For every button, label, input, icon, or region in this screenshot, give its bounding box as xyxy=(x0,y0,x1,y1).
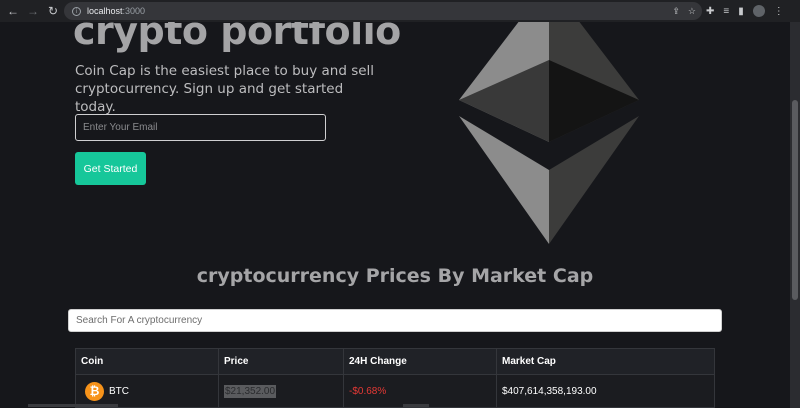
url-port: :3000 xyxy=(122,6,146,16)
column-header-24h-change: 24H Change xyxy=(343,348,497,375)
site-info-icon[interactable]: i xyxy=(72,6,81,16)
forward-arrow-icon[interactable]: → xyxy=(23,0,43,22)
get-started-button[interactable]: Get Started xyxy=(75,152,146,185)
share-icon[interactable]: ⇪ xyxy=(672,6,680,17)
column-header-price: Price xyxy=(218,348,344,375)
table-header-row: Coin Price 24H Change Market Cap xyxy=(75,348,715,375)
browser-menu-icon[interactable]: ⋮ xyxy=(774,6,784,17)
side-panel-icon[interactable]: ▮ xyxy=(738,6,744,17)
column-header-coin: Coin xyxy=(75,348,219,375)
scrollbar-thumb[interactable] xyxy=(792,100,798,300)
prices-section-title: cryptocurrency Prices By Market Cap xyxy=(196,265,594,287)
hero-title: crypto portfolio xyxy=(73,22,401,53)
price-value: $21,352.00 xyxy=(224,384,277,398)
address-bar[interactable]: i localhost:3000 ⇪ ☆ xyxy=(64,2,702,20)
market-cap-value: $407,614,358,193.00 xyxy=(502,385,597,397)
vertical-scrollbar[interactable] xyxy=(790,22,800,408)
page-viewport: crypto portfolio Coin Cap is the easiest… xyxy=(0,22,790,408)
coin-symbol: BTC xyxy=(109,385,129,397)
browser-toolbar: ← → ↻ i localhost:3000 ⇪ ☆ ✚ ≡ ▮ ⋮ xyxy=(0,0,800,22)
url-host: localhost xyxy=(87,6,123,16)
media-controls-icon[interactable]: ≡ xyxy=(723,6,729,17)
scrollbar-thumb-left[interactable] xyxy=(28,404,118,407)
scrollbar-thumb-right[interactable] xyxy=(403,404,429,407)
column-header-market-cap: Market Cap xyxy=(496,348,715,375)
url-text: localhost:3000 xyxy=(87,6,145,16)
hero-description: Coin Cap is the easiest place to buy and… xyxy=(75,63,375,115)
email-input[interactable] xyxy=(75,114,326,141)
extensions-icon[interactable]: ✚ xyxy=(706,6,714,17)
reload-icon[interactable]: ↻ xyxy=(43,0,63,22)
profile-avatar[interactable] xyxy=(752,5,765,17)
ethereum-logo-icon xyxy=(459,22,639,244)
change-value: -$0.68% xyxy=(349,385,387,397)
back-arrow-icon[interactable]: ← xyxy=(3,0,23,22)
bookmark-star-icon[interactable]: ☆ xyxy=(688,6,696,17)
crypto-search-input[interactable] xyxy=(68,309,722,332)
horizontal-scrollbar[interactable] xyxy=(0,398,790,408)
